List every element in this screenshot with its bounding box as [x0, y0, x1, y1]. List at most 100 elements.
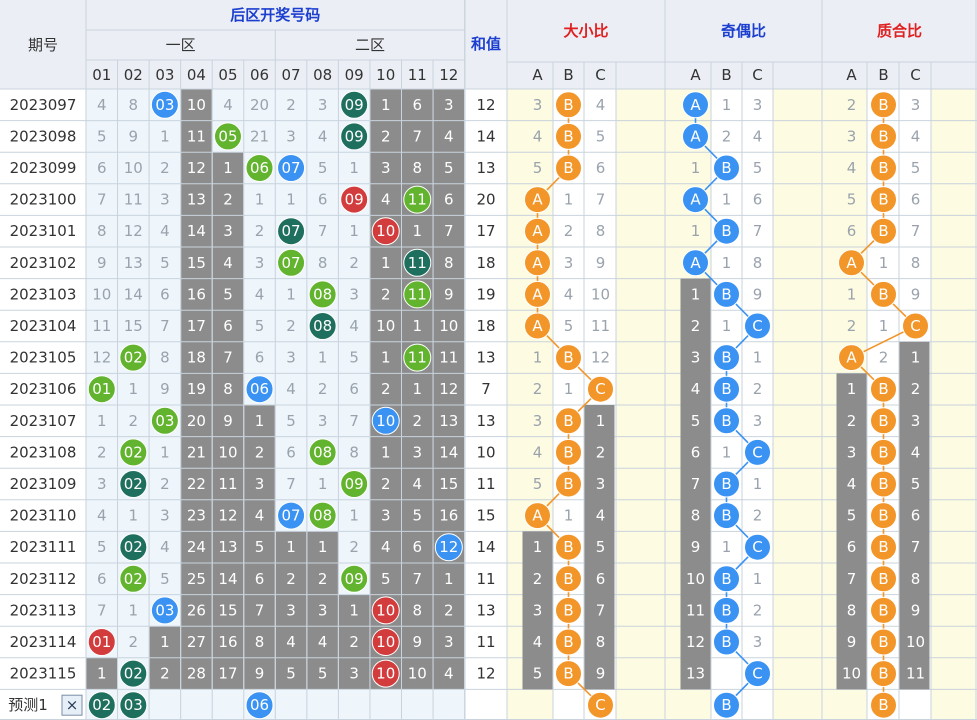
missing-value: 2 — [286, 570, 296, 588]
size-lead-bg — [507, 89, 553, 121]
size-trail-bg — [616, 531, 665, 563]
sum-header: 和值 — [471, 35, 501, 53]
parity-trail-bg — [773, 531, 822, 563]
size-missing: 12 — [591, 349, 610, 367]
size-missing: 7 — [596, 191, 606, 209]
prime-missing: 1 — [847, 380, 857, 398]
prime-lead-bg — [822, 152, 867, 184]
parity-missing: 1 — [722, 254, 732, 272]
missing-value: 23 — [187, 507, 206, 525]
missing-value: 8 — [413, 601, 423, 619]
size-missing: 5 — [533, 159, 543, 177]
parity-missing: 6 — [753, 191, 763, 209]
size-ball-text: B — [563, 127, 573, 145]
lottery-trend-chart: 期号 后区开奖号码 一区 二区 和值 01 02 03 04 05 06 07 08 09 10 11 12 大小… — [0, 0, 977, 720]
missing-value: 7 — [413, 127, 423, 145]
size-lead-bg — [507, 405, 553, 437]
missing-value: 6 — [444, 191, 454, 209]
prime-trail-bg — [931, 689, 977, 720]
period-cell-text: 2023106 — [10, 380, 77, 398]
missing-value: 5 — [349, 349, 359, 367]
size-trail-bg — [616, 310, 665, 342]
parity-missing: 4 — [753, 127, 763, 145]
missing-value: 4 — [286, 633, 296, 651]
size-ball-text: A — [532, 507, 543, 525]
prime-ball-text: B — [878, 633, 888, 651]
missing-value: 1 — [129, 507, 139, 525]
sum-cell — [465, 689, 507, 720]
missing-value: 11 — [124, 191, 143, 209]
missing-value: 3 — [97, 475, 107, 493]
size-trail-bg — [616, 278, 665, 311]
size-trail-bg — [616, 657, 665, 690]
size-title: 大小比 — [563, 22, 608, 40]
sum-value: 15 — [476, 507, 495, 525]
missing-value: 4 — [255, 507, 265, 525]
missing-value: 2 — [286, 96, 296, 114]
missing-value: 2 — [255, 222, 265, 240]
parity-trail-bg — [773, 278, 822, 311]
missing-value: 3 — [381, 507, 391, 525]
missing-value: 5 — [223, 285, 233, 303]
predict-ball-text[interactable]: 03 — [124, 696, 143, 714]
period-header: 期号 — [28, 36, 58, 54]
parity-ball-text: B — [721, 380, 731, 398]
missing-value: 6 — [160, 285, 170, 303]
parity-trail-bg — [773, 594, 822, 627]
missing-value: 10 — [376, 317, 395, 335]
number-ball-text: 02 — [124, 349, 143, 367]
size-predict-text[interactable]: C — [595, 696, 605, 714]
size-trail-bg — [616, 373, 665, 405]
sum-value: 12 — [476, 96, 495, 114]
size-ball-text: A — [532, 285, 543, 303]
parity-missing: 2 — [722, 127, 732, 145]
missing-value: 4 — [381, 191, 391, 209]
parity-predict-text[interactable]: B — [721, 696, 731, 714]
parity-missing: 3 — [691, 349, 701, 367]
number-ball-text: 11 — [408, 349, 427, 367]
prime-abc-label: B — [878, 66, 888, 84]
prime-missing: 1 — [911, 349, 921, 367]
missing-value: 6 — [255, 349, 265, 367]
missing-value: 15 — [124, 317, 143, 335]
missing-value: 5 — [318, 665, 328, 683]
prime-missing: 5 — [911, 159, 921, 177]
missing-value: 12 — [92, 349, 111, 367]
number-ball-text: 06 — [250, 380, 269, 398]
prime-ball-text: B — [878, 443, 888, 461]
predict-ball-text[interactable]: 06 — [250, 696, 269, 714]
prime-missing: 11 — [906, 665, 925, 683]
parity-ball-text: A — [690, 254, 701, 272]
size-ball-text: A — [532, 222, 543, 240]
size-trail-bg — [616, 594, 665, 627]
missing-value: 4 — [255, 285, 265, 303]
number-column-label: 08 — [313, 66, 332, 84]
missing-value: 14 — [218, 570, 237, 588]
predict-ball-text[interactable]: 02 — [92, 696, 111, 714]
prime-lead-bg — [822, 310, 867, 342]
missing-value: 13 — [124, 254, 143, 272]
size-lead-bg — [507, 468, 553, 500]
missing-value: 17 — [218, 665, 237, 683]
close-icon[interactable]: × — [66, 696, 79, 714]
period-cell-text: 2023102 — [10, 254, 77, 272]
missing-value: 11 — [218, 475, 237, 493]
size-missing: 3 — [533, 412, 543, 430]
prime-missing: 10 — [906, 633, 925, 651]
prime-predict-text[interactable]: B — [878, 696, 888, 714]
missing-value: 1 — [97, 665, 107, 683]
sum-value: 13 — [476, 601, 495, 619]
parity-missing: 11 — [686, 601, 705, 619]
missing-value: 24 — [187, 538, 206, 556]
size-ball-text: B — [563, 633, 573, 651]
parity-missing: 1 — [722, 317, 732, 335]
parity-title: 奇偶比 — [721, 22, 766, 40]
missing-value: 1 — [381, 254, 391, 272]
missing-value: 16 — [187, 285, 206, 303]
missing-value: 2 — [286, 317, 296, 335]
missing-value: 4 — [97, 507, 107, 525]
missing-value: 4 — [444, 665, 454, 683]
parity-trail-bg — [773, 310, 822, 342]
size-ball-text: A — [532, 191, 543, 209]
sum-value: 14 — [476, 538, 495, 556]
